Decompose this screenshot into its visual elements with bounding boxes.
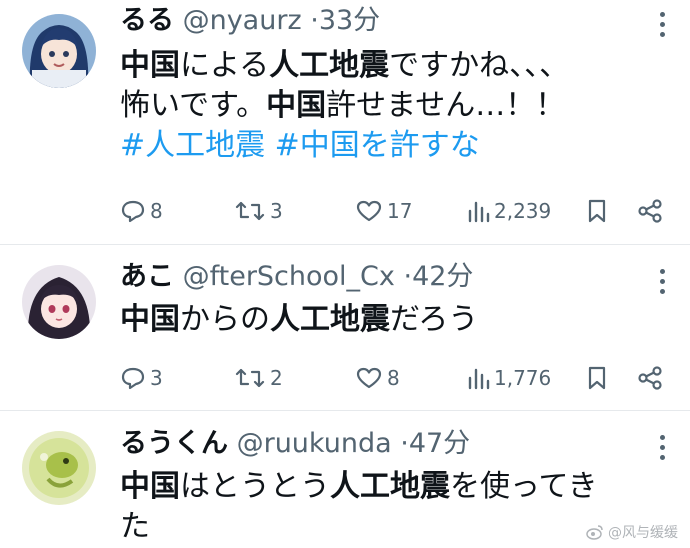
- hashtags[interactable]: #人工地震 #中国を許すな: [120, 126, 660, 166]
- text-segment: による: [180, 48, 270, 83]
- post-header: るうくん @ruukunda ·47分: [120, 427, 470, 461]
- handle[interactable]: @fterSchool_Cx: [183, 261, 395, 292]
- post-header: あこ @fterSchool_Cx ·42分: [120, 260, 473, 294]
- heart-icon: [356, 367, 382, 389]
- post-text-line: 中国からの人工地震だろう: [120, 300, 660, 340]
- text-segment: 人工地震: [269, 48, 390, 83]
- more-options-icon[interactable]: [658, 269, 666, 294]
- post-text-line: 怖いです。中国許せません…！！: [120, 86, 660, 126]
- text-segment: だろう: [390, 302, 479, 337]
- bookmark-icon: [588, 366, 606, 390]
- separator: ·: [403, 261, 413, 292]
- bookmark-button[interactable]: [586, 361, 608, 395]
- post-header: るる @nyaurz ·33分: [120, 4, 380, 38]
- separator: ·: [400, 428, 409, 459]
- reply-count: 8: [150, 199, 163, 223]
- text-segment: 人工地震: [270, 302, 390, 337]
- like-count: 8: [387, 366, 400, 390]
- heart-icon: [356, 200, 382, 222]
- timestamp[interactable]: 42分: [412, 261, 473, 292]
- views-button[interactable]: 2,239: [466, 194, 551, 228]
- repost-count: 2: [270, 366, 283, 390]
- share-button[interactable]: [636, 194, 664, 228]
- text-segment: からの: [180, 302, 270, 337]
- share-button[interactable]: [636, 361, 664, 395]
- like-button[interactable]: 8: [355, 361, 400, 395]
- post-text-line: 中国による人工地震ですかね、、、: [120, 46, 660, 86]
- repost-button[interactable]: 3: [234, 194, 283, 228]
- weibo-logo-icon: [586, 525, 603, 540]
- action-bar: 8 3 17 2,239: [0, 194, 690, 228]
- post-text-line: 中国はとうとう人工地震を使ってき: [120, 467, 660, 507]
- repost-icon: [235, 201, 265, 221]
- action-bar: 3 2 8 1,776: [0, 361, 690, 395]
- share-icon: [638, 199, 662, 223]
- views-button[interactable]: 1,776: [466, 361, 551, 395]
- text-segment: 許せません…！！: [326, 88, 566, 123]
- post-text: 中国はとうとう人工地震を使ってき た: [120, 467, 660, 547]
- timestamp[interactable]: 33分: [319, 5, 380, 36]
- timestamp[interactable]: 47分: [409, 428, 470, 459]
- reply-button[interactable]: 8: [120, 194, 163, 228]
- post[interactable]: るる @nyaurz ·33分 中国による人工地震ですかね、、、 怖いです。中国…: [0, 0, 690, 245]
- view-count: 1,776: [494, 366, 552, 390]
- views-chart-icon: [468, 201, 490, 223]
- text-segment: 中国: [120, 302, 180, 337]
- avatar[interactable]: [22, 431, 96, 505]
- text-segment: 人工地震: [330, 469, 450, 504]
- bookmark-button[interactable]: [586, 194, 608, 228]
- bookmark-icon: [588, 199, 606, 223]
- like-button[interactable]: 17: [355, 194, 412, 228]
- avatar-image: [22, 14, 96, 88]
- reply-icon: [121, 200, 145, 223]
- text-segment: 怖いです。: [120, 88, 267, 123]
- repost-button[interactable]: 2: [234, 361, 283, 395]
- display-name[interactable]: るる: [120, 5, 174, 36]
- text-segment: ですかね、、、: [389, 48, 570, 83]
- post-text: 中国による人工地震ですかね、、、 怖いです。中国許せません…！！ #人工地震 #…: [120, 46, 660, 166]
- more-options-icon[interactable]: [658, 435, 666, 460]
- text-segment: 中国: [120, 48, 180, 83]
- share-icon: [638, 366, 662, 390]
- text-segment: を使ってき: [450, 469, 598, 504]
- repost-icon: [235, 368, 265, 388]
- separator: ·: [310, 5, 319, 36]
- post-text: 中国からの人工地震だろう: [120, 300, 660, 340]
- display-name[interactable]: あこ: [120, 261, 174, 292]
- text-segment: はとうとう: [180, 469, 330, 504]
- text-segment: た: [120, 509, 150, 544]
- views-chart-icon: [468, 368, 490, 390]
- display-name[interactable]: るうくん: [120, 428, 228, 459]
- text-segment: 中国: [120, 469, 180, 504]
- text-segment: 中国: [266, 88, 327, 123]
- handle[interactable]: @ruukunda: [237, 428, 392, 459]
- post-text-line: た: [120, 507, 660, 547]
- avatar-image: [22, 431, 96, 505]
- repost-count: 3: [270, 199, 283, 223]
- watermark-text: @风与缓缓: [608, 525, 678, 541]
- avatar[interactable]: [22, 14, 96, 88]
- avatar[interactable]: [22, 265, 96, 339]
- reply-count: 3: [150, 366, 163, 390]
- more-options-icon[interactable]: [658, 12, 666, 37]
- view-count: 2,239: [494, 199, 552, 223]
- like-count: 17: [387, 199, 413, 223]
- reply-button[interactable]: 3: [120, 361, 163, 395]
- reply-icon: [121, 367, 145, 390]
- avatar-image: [22, 265, 96, 339]
- handle[interactable]: @nyaurz: [183, 5, 302, 36]
- post[interactable]: あこ @fterSchool_Cx ·42分 中国からの人工地震だろう 3 2 …: [0, 245, 690, 410]
- watermark: @风与缓缓: [586, 522, 678, 542]
